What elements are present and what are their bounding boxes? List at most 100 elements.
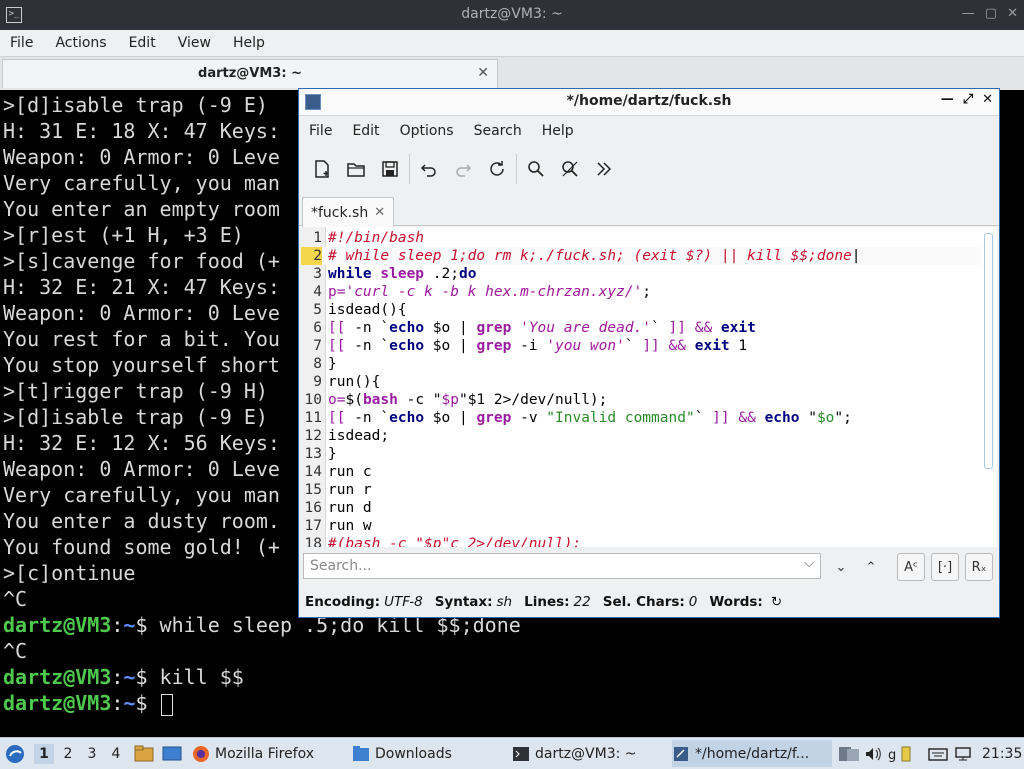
terminal-line: Weapon: 0 Armor: 0 Leve [3, 457, 280, 481]
maximize-icon[interactable]: ⤢ [963, 92, 973, 107]
menu-help[interactable]: Help [233, 35, 265, 51]
code-editor[interactable]: 1 #!/bin/bash 2 # while sleep 1;do rm k;./… [301, 227, 997, 547]
editor-window-title: */home/dartz/fuck.sh [566, 93, 732, 109]
match-case-icon[interactable]: Aᶜ [897, 553, 925, 581]
tab-close-icon[interactable]: ✕ [477, 65, 489, 81]
task-label: dartz@VM3: ~ [535, 745, 637, 762]
editor-window: */home/dartz/fuck.sh — ⤢ ✕ File Edit Opt… [298, 88, 1000, 618]
menu-file[interactable]: File [309, 123, 332, 139]
redo-icon[interactable] [446, 152, 480, 186]
find-replace-icon[interactable] [553, 152, 587, 186]
terminal-line: You found some gold! (+ [3, 535, 280, 559]
menu-edit[interactable]: Edit [352, 123, 379, 139]
network-icon[interactable] [954, 738, 972, 769]
whole-word-icon[interactable]: [·] [931, 553, 959, 581]
code-line: 10 o=$(bash -c "$p"$1 2>/dev/null); [304, 392, 608, 408]
refresh-words-icon[interactable]: ↻ [771, 594, 782, 610]
overflow-task-icon[interactable] [838, 738, 860, 769]
lines-value: 22 [573, 594, 591, 610]
maximize-icon[interactable]: ▢ [985, 6, 997, 21]
task-downloads[interactable]: Downloads [352, 740, 502, 767]
code-line: 8} [313, 356, 337, 372]
terminal-line: Very carefully, you man [3, 483, 280, 507]
code-line: 17 run w [304, 518, 372, 534]
lines-label: Lines: [524, 594, 570, 610]
workspace-2[interactable]: 2 [58, 744, 78, 764]
editor-statusbar: Encoding: UTF-8 Syntax: sh Lines: 22 Sel… [299, 589, 999, 615]
task-firefox[interactable]: Mozilla Firefox [192, 740, 342, 767]
more-icon[interactable] [587, 152, 621, 186]
save-icon[interactable] [373, 152, 407, 186]
undo-icon[interactable] [412, 152, 446, 186]
syntax-value[interactable]: sh [497, 594, 513, 610]
menu-help[interactable]: Help [542, 123, 574, 139]
vertical-scrollbar[interactable] [984, 233, 993, 469]
terminal-tab[interactable]: dartz@VM3: ~ ✕ [2, 59, 498, 88]
text-cursor [160, 693, 173, 716]
task-terminal[interactable]: dartz@VM3: ~ [512, 740, 662, 767]
show-desktop-icon[interactable] [162, 738, 182, 769]
code-line: 15 run r [304, 482, 372, 498]
file-manager-launcher-icon[interactable] [134, 738, 154, 769]
terminal-line: H: 32 E: 21 X: 47 Keys: [3, 275, 280, 299]
editor-menubar: File Edit Options Search Help [299, 116, 999, 146]
start-menu-icon[interactable] [4, 738, 26, 769]
menu-options[interactable]: Options [400, 123, 454, 139]
task-editor[interactable]: */home/dartz/f... [672, 740, 832, 767]
code-line: 6[[ -n `echo $o | grep 'You are dead.'` … [313, 320, 756, 336]
menu-view[interactable]: View [178, 35, 211, 51]
find-previous-icon[interactable]: ⌃ [857, 553, 885, 581]
task-label: Mozilla Firefox [215, 745, 315, 762]
menu-file[interactable]: File [10, 35, 33, 51]
find-icon[interactable] [519, 152, 553, 186]
code-line: 1 #!/bin/bash [313, 230, 425, 246]
close-icon[interactable]: ✕ [1007, 6, 1018, 21]
editor-tabbar: *fuck.sh ✕ [299, 195, 999, 228]
encoding-value: UTF-8 [384, 594, 423, 610]
workspace-1[interactable]: 1 [34, 744, 54, 764]
workspace-3[interactable]: 3 [82, 744, 102, 764]
terminal-line: Weapon: 0 Armor: 0 Leve [3, 145, 280, 169]
search-bar: Search... ⌵ ⌄ ⌃ Aᶜ [·] Rₓ [299, 549, 999, 585]
keyboard-icon[interactable] [928, 738, 948, 769]
editor-tab-label: *fuck.sh [311, 204, 369, 221]
editor-tab[interactable]: *fuck.sh ✕ [302, 197, 395, 228]
open-folder-icon[interactable] [339, 152, 373, 186]
task-label: */home/dartz/f... [695, 745, 810, 762]
menu-search[interactable]: Search [474, 123, 522, 139]
code-line-current: 2 # while sleep 1;do rm k;./fuck.sh; (exi… [301, 247, 981, 265]
chevron-down-icon[interactable]: ⌵ [804, 556, 814, 571]
code-line: 7[[ -n `echo $o | grep -i 'you won'` ]] … [313, 338, 748, 354]
code-line: 18 #(bash -c "$p"c 2>/dev/null); [304, 536, 582, 547]
prompt-line-active[interactable]: dartz@VM3:~$ [3, 690, 173, 716]
volume-icon[interactable] [864, 738, 882, 769]
terminal-titlebar[interactable]: >_ dartz@VM3: ~ — ▢ ✕ [0, 0, 1024, 30]
menu-edit[interactable]: Edit [129, 35, 156, 51]
regex-icon[interactable]: Rₓ [965, 553, 993, 581]
terminal-menubar: File Actions Edit View Help [0, 30, 1024, 57]
system-tray-icon[interactable]: g [888, 738, 916, 769]
terminal-line: >[s]cavenge for food (+ [3, 249, 280, 273]
reload-icon[interactable] [480, 152, 514, 186]
prompt-line: dartz@VM3:~$ kill $$ [3, 665, 244, 689]
clock[interactable]: 21:35 [982, 738, 1022, 769]
code-line: 16 run d [304, 500, 372, 516]
menu-actions[interactable]: Actions [55, 35, 106, 51]
workspace-4[interactable]: 4 [106, 744, 126, 764]
terminal-line: Very carefully, you man [3, 171, 280, 195]
encoding-label: Encoding: [305, 594, 381, 610]
code-line: 13} [304, 446, 337, 462]
terminal-line: >[t]rigger trap (-9 H) [3, 379, 268, 403]
task-label: Downloads [375, 745, 452, 762]
terminal-tabbar: dartz@VM3: ~ ✕ [0, 57, 1024, 90]
editor-titlebar[interactable]: */home/dartz/fuck.sh — ⤢ ✕ [299, 89, 999, 116]
minimize-icon[interactable]: — [962, 6, 975, 21]
find-next-icon[interactable]: ⌄ [827, 553, 855, 581]
tab-close-icon[interactable]: ✕ [374, 205, 385, 220]
code-line: 3 while sleep .2;do [313, 266, 477, 282]
minimize-icon[interactable]: — [941, 92, 954, 107]
new-file-icon[interactable] [305, 152, 339, 186]
close-icon[interactable]: ✕ [982, 92, 993, 107]
terminal-line: ^C [3, 587, 28, 611]
search-input[interactable]: Search... ⌵ [303, 553, 821, 579]
